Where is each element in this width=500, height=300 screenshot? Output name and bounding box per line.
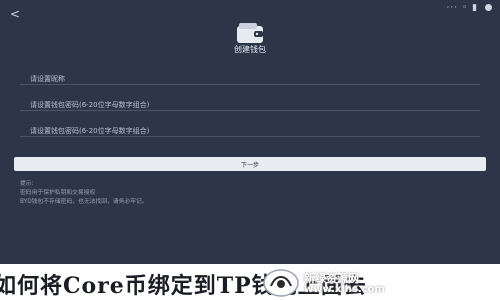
password-input[interactable] [20,96,490,114]
status-icons: ··· ◦ ▮ [447,3,492,13]
battery-icon [485,4,492,11]
confirm-password-input[interactable] [20,122,490,140]
app-screen: < ··· ◦ ▮ 创建钱包 下一步 提示: 密码用于保护私钥和交易授权 BYD… [0,0,500,264]
next-button[interactable]: 下一步 [14,157,486,171]
status-icons-text: ··· ◦ ▮ [446,3,479,13]
wallet-name-input[interactable] [20,70,490,88]
password-field[interactable] [20,92,490,114]
watermark-logo-icon [263,269,299,297]
tips-text: 提示: 密码用于保护私钥和交易授权 BYD钱包不存储密码，也无法找回，请务必牢记… [20,180,320,207]
confirm-password-field[interactable] [20,118,490,140]
watermark-url: www.xlhs.com [304,284,385,295]
tips-line-1: 密码用于保护私钥和交易授权 [20,190,96,196]
wallet-name-field[interactable] [20,66,490,88]
page-title: 创建钱包 [234,45,266,54]
watermark: 新绿资源网 www.xlhs.com [262,268,468,298]
back-arrow-icon[interactable]: < [10,7,20,21]
tips-line-2: BYD钱包不存储密码，也无法找回，请务必牢记。 [20,199,148,205]
wallet-icon [237,23,263,43]
tips-heading: 提示: [20,181,34,187]
